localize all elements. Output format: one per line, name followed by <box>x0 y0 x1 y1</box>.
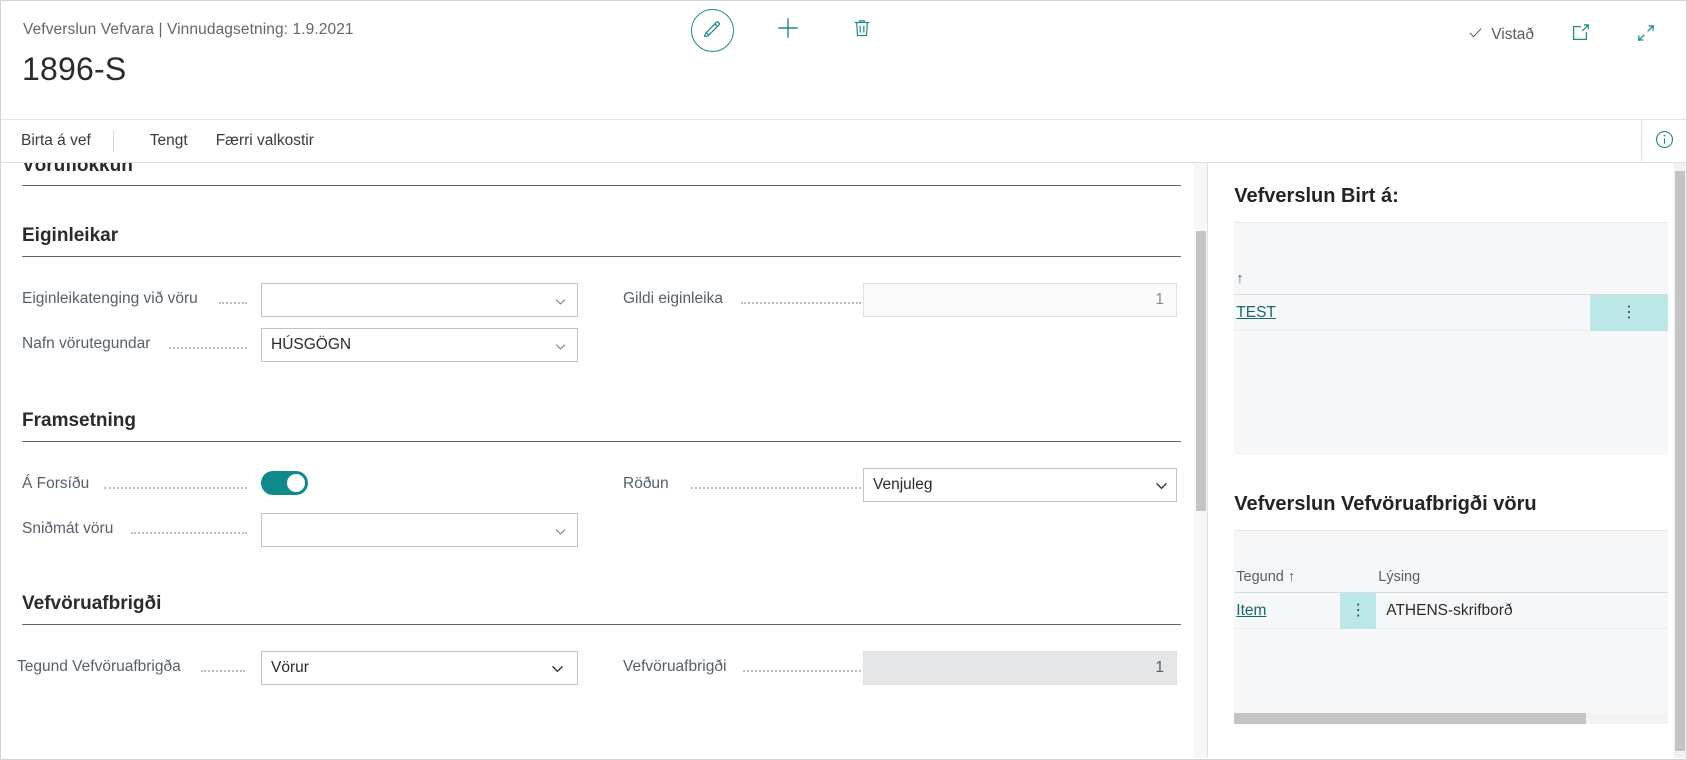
section-divider <box>22 256 1181 257</box>
vertical-ellipsis-icon: ⋮ <box>1350 603 1366 619</box>
section-heading-vorufokkun[interactable]: Vöruflokkun <box>22 163 133 177</box>
new-button[interactable] <box>768 11 808 51</box>
status-badge: Vistað <box>1467 24 1534 46</box>
menu-item-publish-web[interactable]: Birta á vef <box>21 120 113 162</box>
grid-empty-area <box>1234 331 1668 455</box>
webshop-name-link[interactable]: TEST <box>1234 304 1590 322</box>
page-header: Vefverslun Vefvara | Vinnudagsetning: 1.… <box>1 1 1686 119</box>
field-label: Gildi eiginleika <box>623 290 723 308</box>
info-button[interactable] <box>1641 120 1686 163</box>
gildi-eiginleika-input[interactable]: 1 <box>863 283 1177 317</box>
header-right-group: Vistað <box>1467 15 1666 55</box>
leader-dots <box>691 487 861 489</box>
section-title: Framsetning <box>22 410 136 432</box>
section-title: Vefvöruafbrigði <box>22 593 161 615</box>
menu-divider <box>113 130 114 152</box>
field-label: Nafn vörutegundar <box>22 335 150 353</box>
vefvoruafbrigdi-input: 1 <box>863 651 1177 685</box>
open-in-new-window-button[interactable] <box>1560 15 1600 55</box>
rodun-select[interactable]: Venjuleg <box>863 468 1177 502</box>
leader-dots <box>743 670 861 672</box>
saved-label: Vistað <box>1491 26 1534 44</box>
edit-button[interactable] <box>691 9 734 52</box>
field-rodun: Röðun Venjuleg <box>1 468 581 502</box>
leader-dots <box>741 302 861 304</box>
menu-item-fewer-options[interactable]: Færri valkostir <box>202 120 328 162</box>
info-icon <box>1654 129 1675 155</box>
factbox-scrollbar[interactable] <box>1674 163 1686 758</box>
action-menu-bar: Birta á vef Tengt Færri valkostir <box>1 119 1686 163</box>
section-divider <box>22 441 1181 442</box>
field-snidmat-voru: Sniðmát vöru <box>1 513 581 547</box>
section-divider <box>22 624 1181 625</box>
row-menu-button[interactable]: ⋮ <box>1590 295 1668 331</box>
section-title: Eiginleikar <box>22 225 118 247</box>
collapse-button[interactable] <box>1626 15 1666 55</box>
page-title: 1896-S <box>22 51 126 88</box>
variants-horizontal-scrollbar-thumb[interactable] <box>1234 713 1586 724</box>
nafn-vorutegundar-input[interactable]: HÚSGÖGN <box>261 328 578 362</box>
column-header-tegund[interactable]: Tegund ↑ <box>1234 569 1376 585</box>
field-label: Vefvöruafbrigði <box>623 658 726 676</box>
row-menu-button[interactable]: ⋮ <box>1340 593 1376 629</box>
factbox-scrollbar-thumb[interactable] <box>1675 171 1685 751</box>
header-action-group <box>691 9 882 52</box>
field-label: Sniðmát vöru <box>22 520 113 538</box>
trash-icon <box>851 17 873 44</box>
factbox-title-published-on: Vefverslun Birt á: <box>1234 185 1668 208</box>
section-divider <box>22 185 1181 186</box>
check-icon <box>1467 24 1484 46</box>
open-in-new-window-icon <box>1569 22 1591 49</box>
business-central-page: Vefverslun Vefvara | Vinnudagsetning: 1.… <box>0 0 1687 760</box>
variants-grid: Tegund ↑ Lýsing Item ⋮ ATHENS-skrifborð <box>1234 530 1668 724</box>
factbox-pane: Vefverslun Birt á: ↑ TEST ⋮ Vefverslun V… <box>1208 163 1686 758</box>
factbox-title-variants: Vefverslun Vefvöruafbrigði vöru <box>1234 493 1668 516</box>
table-row[interactable]: Item ⋮ ATHENS-skrifborð <box>1234 593 1668 629</box>
page-caption: Vefverslun Vefvara | Vinnudagsetning: 1.… <box>23 21 354 39</box>
table-row[interactable]: TEST ⋮ <box>1234 295 1668 331</box>
content-scrollbar[interactable] <box>1194 163 1207 758</box>
field-label: Röðun <box>623 475 669 493</box>
delete-button[interactable] <box>842 11 882 51</box>
pencil-icon <box>702 18 723 44</box>
variants-horizontal-scrollbar[interactable] <box>1234 713 1668 724</box>
menu-item-related[interactable]: Tengt <box>136 120 202 162</box>
variant-type-link[interactable]: Item <box>1234 602 1340 620</box>
leader-dots <box>131 532 247 534</box>
field-vefvoruafbrigdi: Vefvöruafbrigði 1 <box>1 651 581 685</box>
page-body: Vöruflokkun Eiginleikar Eiginleikatengin… <box>1 163 1686 758</box>
grid-header-row: ↑ <box>1234 223 1668 295</box>
variant-description: ATHENS-skrifborð <box>1376 602 1512 620</box>
snidmat-voru-input[interactable] <box>261 513 578 547</box>
plus-icon <box>775 15 801 46</box>
leader-dots <box>169 347 247 349</box>
published-on-grid: ↑ TEST ⋮ <box>1234 222 1668 455</box>
content-scrollbar-thumb[interactable] <box>1196 231 1206 511</box>
grid-empty-area <box>1234 629 1668 713</box>
field-nafn-vorutegundar: Nafn vörutegundar HÚSGÖGN <box>1 328 581 362</box>
grid-header-row: Tegund ↑ Lýsing <box>1234 531 1668 593</box>
column-header-lysing[interactable]: Lýsing <box>1376 569 1576 585</box>
column-header-sort[interactable]: ↑ <box>1234 271 1668 287</box>
collapse-arrows-icon <box>1635 22 1657 49</box>
vertical-ellipsis-icon: ⋮ <box>1621 305 1637 321</box>
main-content: Vöruflokkun Eiginleikar Eiginleikatengin… <box>1 163 1208 758</box>
field-gildi-eiginleika: Gildi eiginleika 1 <box>1 283 581 317</box>
